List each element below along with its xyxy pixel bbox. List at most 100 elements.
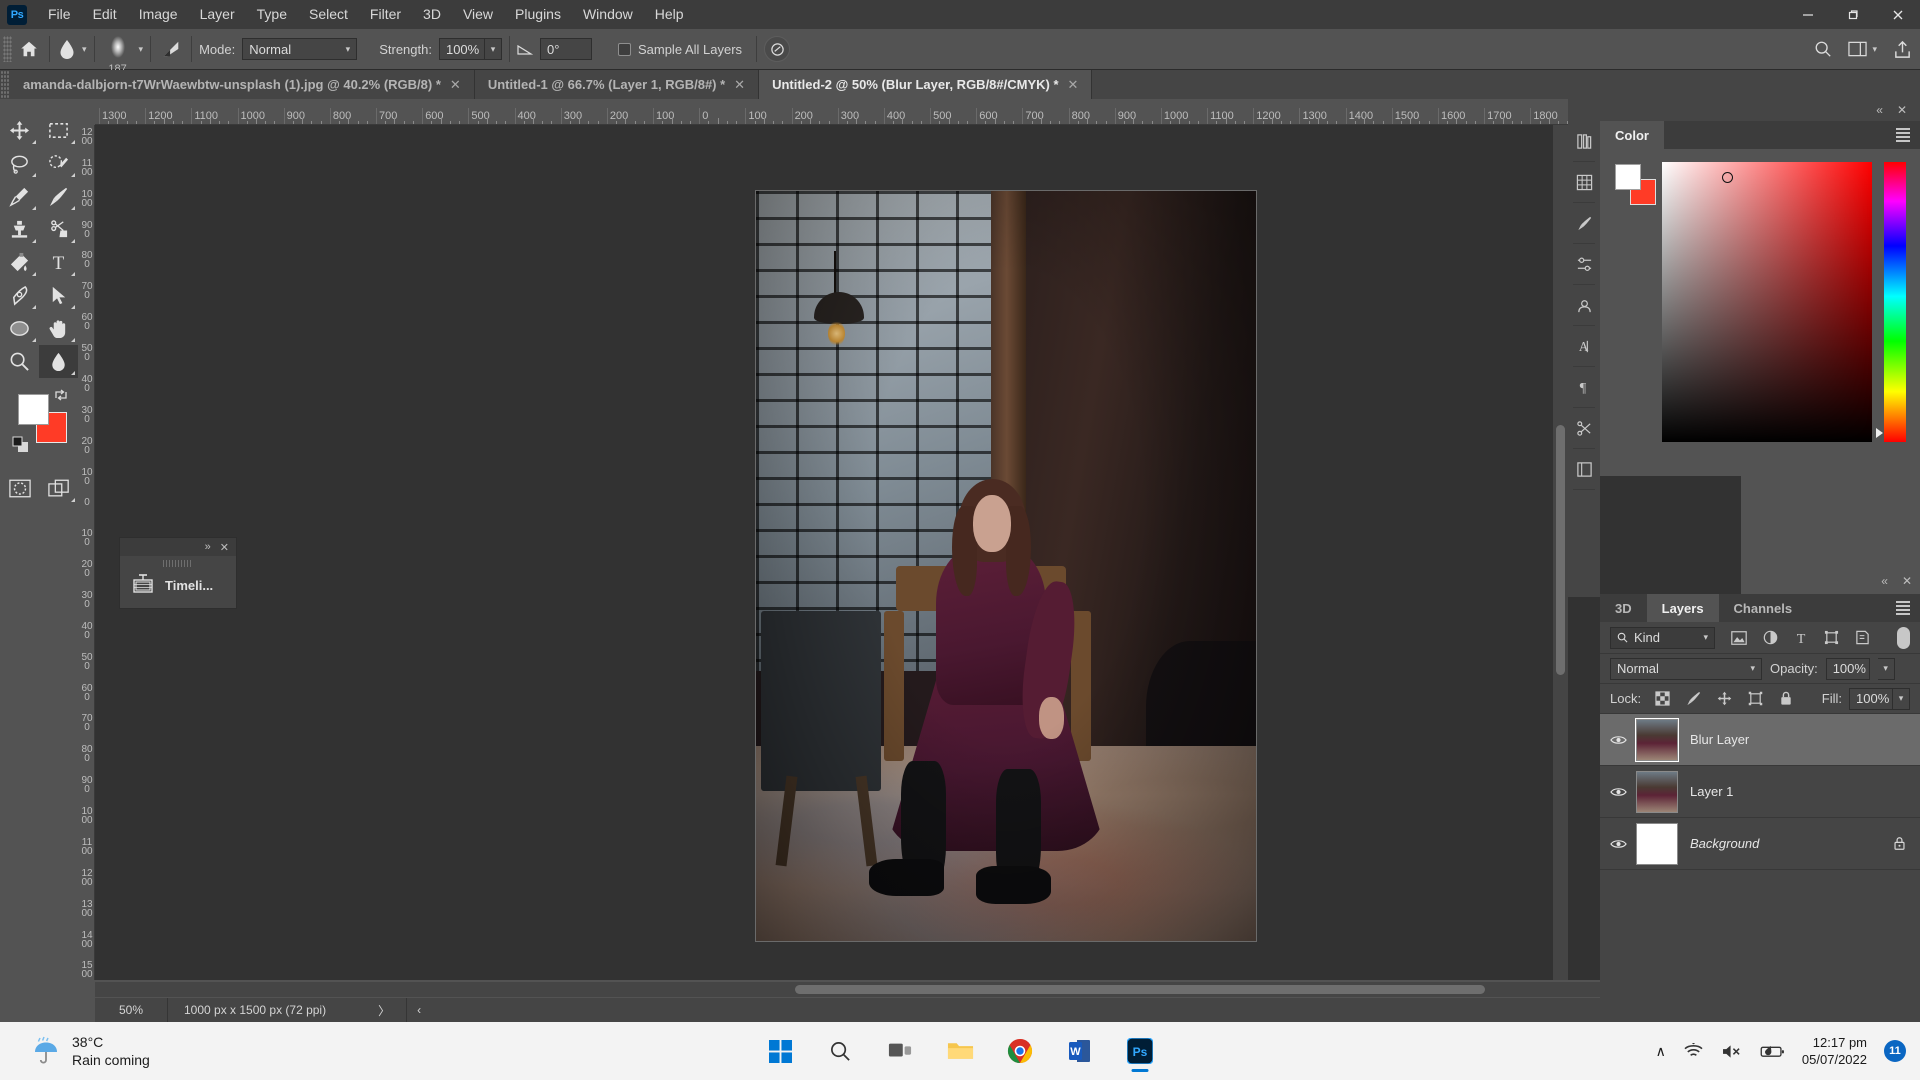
taskbar-clock[interactable]: 12:17 pm 05/07/2022 <box>1802 1034 1867 1068</box>
opacity-input[interactable]: 100% <box>1825 657 1870 680</box>
layer-blend-mode-select[interactable]: Normal ▾ <box>1610 657 1762 680</box>
lock-position-icon[interactable] <box>1717 691 1732 706</box>
close-icon[interactable]: ✕ <box>1902 574 1912 588</box>
collapse-panels-icon[interactable]: « <box>1876 103 1883 117</box>
fill-stepper[interactable]: ▾ <box>1893 687 1910 710</box>
maximize-button[interactable] <box>1830 0 1875 29</box>
notification-badge[interactable]: 11 <box>1884 1040 1906 1062</box>
tool-path-selection[interactable] <box>39 279 78 312</box>
rail-history-icon[interactable] <box>1568 449 1600 490</box>
taskbar-weather-widget[interactable]: 38°C Rain coming <box>30 1033 150 1069</box>
screen-mode-toggle[interactable] <box>39 472 78 505</box>
share-icon[interactable] <box>1893 40 1912 59</box>
layer-name[interactable]: Layer 1 <box>1690 784 1920 799</box>
menu-item-filter[interactable]: Filter <box>359 0 412 29</box>
close-icon[interactable]: ✕ <box>734 77 745 93</box>
layer-visibility-toggle[interactable] <box>1600 838 1636 850</box>
expand-icon[interactable]: » <box>205 541 211 553</box>
chevron-up-icon[interactable]: ∧ <box>1656 1043 1666 1060</box>
close-icon[interactable]: ✕ <box>450 77 461 93</box>
default-colors-icon[interactable] <box>12 436 29 453</box>
layer-name[interactable]: Background <box>1690 836 1893 851</box>
chevron-right-icon[interactable]: 〉 <box>378 1002 390 1019</box>
tool-clone-stamp[interactable] <box>0 213 39 246</box>
lock-transparent-pixels-icon[interactable] <box>1655 691 1670 706</box>
timeline-film-icon[interactable] <box>130 572 156 598</box>
color-panel-menu-icon[interactable] <box>1896 121 1920 149</box>
workspace-switcher[interactable]: ▾ <box>1848 41 1877 57</box>
airbrush-toggle-icon[interactable] <box>764 36 791 62</box>
tool-eyedropper[interactable] <box>0 180 39 213</box>
tool-ellipse[interactable] <box>0 312 39 345</box>
tool-object-selection[interactable] <box>39 147 78 180</box>
task-view-button[interactable] <box>877 1028 923 1074</box>
layers-panel-menu-icon[interactable] <box>1896 594 1920 622</box>
quick-mask-toggle[interactable] <box>0 472 39 505</box>
layer-thumbnail[interactable] <box>1636 822 1678 865</box>
menu-item-file[interactable]: File <box>37 0 82 29</box>
blend-mode-select[interactable]: Normal ▾ <box>242 38 358 60</box>
timeline-panel[interactable]: » ✕ Timeli... <box>119 537 237 609</box>
tool-hand[interactable] <box>39 312 78 345</box>
wifi-icon[interactable] <box>1683 1042 1704 1060</box>
home-icon[interactable] <box>16 36 42 62</box>
lock-artboard-icon[interactable] <box>1748 691 1763 706</box>
smart-object-filter-icon[interactable] <box>1855 630 1870 645</box>
tool-gradient[interactable] <box>0 246 39 279</box>
tool-zoom[interactable] <box>0 345 39 378</box>
layer-row-blur-layer[interactable]: Blur Layer <box>1600 714 1920 766</box>
adjustment-filter-icon[interactable] <box>1763 630 1778 645</box>
canvas-area[interactable] <box>95 125 1741 980</box>
tool-pen[interactable] <box>0 279 39 312</box>
menu-item-3d[interactable]: 3D <box>412 0 452 29</box>
word-button[interactable]: W <box>1057 1028 1103 1074</box>
tool-move[interactable] <box>0 114 39 147</box>
horizontal-ruler[interactable]: 1300 1200 1100 1000 900 800 700 600 500 400 300 200… <box>95 108 1741 125</box>
shape-filter-icon[interactable] <box>1824 630 1839 645</box>
menu-item-plugins[interactable]: Plugins <box>504 0 572 29</box>
rail-libraries-icon[interactable] <box>1568 121 1600 162</box>
type-filter-icon[interactable]: T <box>1794 630 1808 645</box>
scrollbar-thumb[interactable] <box>1556 425 1565 675</box>
color-picker-cursor[interactable] <box>1722 172 1733 183</box>
chevron-down-icon[interactable]: ▾ <box>139 44 144 55</box>
rail-paragraph-icon[interactable]: ¶ <box>1568 367 1600 408</box>
tab-color[interactable]: Color <box>1600 121 1664 149</box>
document-artboard[interactable] <box>756 191 1256 941</box>
tab-3d[interactable]: 3D <box>1600 594 1647 622</box>
layer-thumbnail[interactable] <box>1636 770 1678 813</box>
document-tab-untitled-1[interactable]: Untitled-1 @ 66.7% (Layer 1, RGB/8#) * ✕ <box>474 70 760 99</box>
canvas-vertical-scrollbar[interactable] <box>1553 125 1568 980</box>
menu-item-select[interactable]: Select <box>298 0 359 29</box>
photoshop-button[interactable]: Ps <box>1117 1028 1163 1074</box>
minimize-button[interactable] <box>1785 0 1830 29</box>
zoom-level-input[interactable]: 50% <box>95 1003 167 1017</box>
layer-row-layer-1[interactable]: Layer 1 <box>1600 766 1920 818</box>
vertical-ruler[interactable]: 1200 1100 1000 900 800 700 600 500 400 300 200 100 0… <box>78 125 95 980</box>
tab-channels[interactable]: Channels <box>1718 594 1808 622</box>
search-button[interactable] <box>817 1028 863 1074</box>
swap-colors-icon[interactable] <box>54 388 68 402</box>
chrome-button[interactable] <box>997 1028 1043 1074</box>
layer-row-background[interactable]: Background <box>1600 818 1920 870</box>
color-foreground-swatch[interactable] <box>1615 164 1641 190</box>
fill-input[interactable]: 100% <box>1849 687 1893 710</box>
layer-visibility-toggle[interactable] <box>1600 734 1636 746</box>
lock-all-icon[interactable] <box>1779 691 1793 706</box>
close-button[interactable] <box>1875 0 1920 29</box>
volume-muted-icon[interactable] <box>1721 1043 1743 1060</box>
strength-stepper[interactable]: ▾ <box>484 38 502 60</box>
scrollbar-thumb[interactable] <box>795 985 1485 994</box>
menu-item-edit[interactable]: Edit <box>82 0 128 29</box>
brush-panel-toggle-icon[interactable] <box>158 36 184 62</box>
timeline-panel-grip[interactable] <box>163 560 193 567</box>
menu-item-view[interactable]: View <box>452 0 504 29</box>
menu-item-help[interactable]: Help <box>644 0 695 29</box>
rail-character-icon[interactable]: A <box>1568 326 1600 367</box>
menu-item-image[interactable]: Image <box>128 0 189 29</box>
lock-image-pixels-icon[interactable] <box>1686 691 1701 706</box>
menu-item-layer[interactable]: Layer <box>189 0 246 29</box>
image-filter-icon[interactable] <box>1731 630 1747 645</box>
file-explorer-button[interactable] <box>937 1028 983 1074</box>
foreground-color-swatch[interactable] <box>18 394 49 425</box>
